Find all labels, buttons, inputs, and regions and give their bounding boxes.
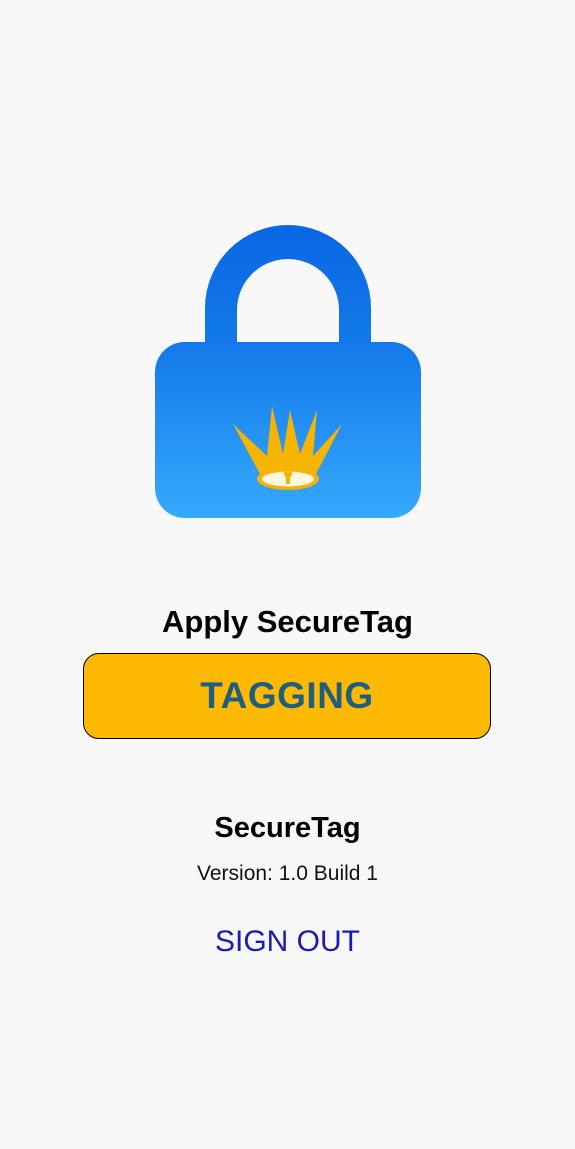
tagging-button[interactable]: TAGGING [83, 653, 491, 739]
padlock-logo-icon [155, 225, 421, 518]
app-screen: Apply SecureTag TAGGING SecureTag Versio… [0, 0, 575, 1149]
version-text: Version: 1.0 Build 1 [197, 862, 378, 885]
apply-securetag-label: Apply SecureTag [162, 604, 413, 639]
sign-out-button[interactable]: SIGN OUT [0, 925, 575, 959]
lock-shackle [205, 225, 371, 354]
app-name: SecureTag [214, 812, 361, 844]
